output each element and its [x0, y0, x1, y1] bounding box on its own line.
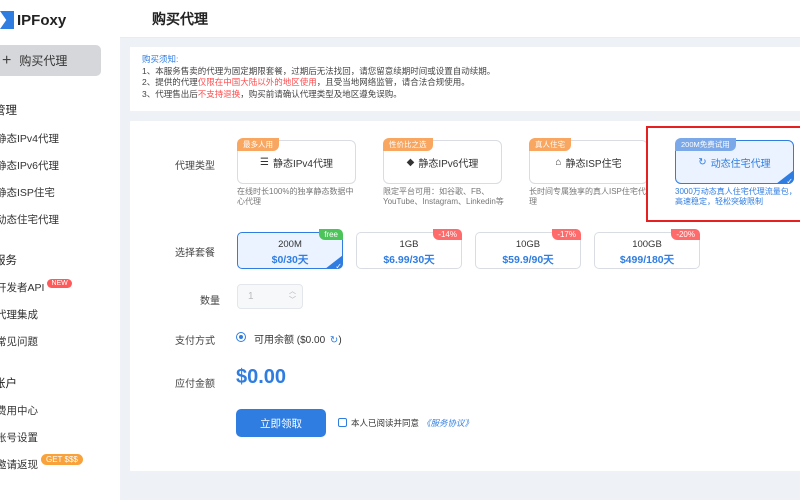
- package-price: $499/180天: [619, 254, 675, 266]
- notice-line-3: 3、代理售出后不支持退换，购买前请确认代理类型及地区遵免误购。: [142, 88, 402, 99]
- top-bar: 购买代理: [120, 0, 800, 38]
- package-200m[interactable]: free 200M $0/30天: [237, 229, 343, 269]
- sidebar-item-static-ipv4[interactable]: 静态IPv4代理: [0, 131, 59, 146]
- quantity-value: 1: [248, 291, 254, 302]
- proxy-type-name: 静态ISP住宅: [565, 158, 622, 170]
- new-badge: NEW: [47, 279, 72, 288]
- sidebar-item-referral[interactable]: 邀请返现 GET $$$: [0, 454, 83, 472]
- purchase-form: 代理类型 最多人用 ☰ 静态IPv4代理 在线时长100%的独享静态数据中心代理…: [130, 121, 800, 471]
- sidebar-item-label: 邀请返现: [0, 459, 38, 471]
- package-price: $6.99/30天: [383, 254, 435, 266]
- home-icon: ⌂: [555, 156, 562, 168]
- payment-label: 支付方式: [175, 336, 215, 347]
- buy-proxy-label: 购买代理: [19, 54, 68, 68]
- total-amount: $0.00: [236, 366, 287, 388]
- proxy-type-desc: 在线时长100%的独享静态数据中心代理: [237, 187, 354, 206]
- package-size: 10GB: [515, 239, 541, 250]
- package-tag: -14%: [433, 229, 462, 240]
- proxy-type-desc: 长时间专属独享的真人ISP住宅代理: [529, 187, 646, 206]
- claim-button[interactable]: 立即领取: [236, 409, 326, 437]
- notice-line-1: 1、本服务售卖的代理为固定期限套餐，过期后无法找回，请您留意续期时间或设置自动续…: [142, 65, 496, 76]
- proxy-type-static-ipv6[interactable]: 性价比之选 ◆ 静态IPv6代理: [383, 138, 502, 184]
- sidebar-item-static-isp[interactable]: 静态ISP住宅: [0, 185, 55, 200]
- package-10gb[interactable]: -17% 10GB $59.9/90天: [475, 229, 581, 269]
- type-tag: 性价比之选: [383, 138, 433, 151]
- agreement-text: 本人已阅读并同意 《服务协议》: [351, 418, 474, 428]
- nav-section-manage: 管理: [0, 105, 17, 117]
- sidebar-item-faq[interactable]: 常见问题: [0, 334, 38, 349]
- proxy-type-desc: 限定平台可用：如谷歌、FB、YouTube、Instagram、Linkedin…: [383, 187, 504, 206]
- buy-proxy-button[interactable]: + 购买代理: [0, 45, 101, 76]
- quantity-label: 数量: [200, 296, 220, 307]
- balance-option[interactable]: 可用余额 ($0.00 ↻): [254, 331, 342, 346]
- get-money-badge: GET $$$: [41, 454, 83, 465]
- agreement-checkbox[interactable]: [338, 418, 347, 427]
- stepper-arrows-icon[interactable]: ︿ ﹀: [289, 287, 296, 305]
- logo-icon: [0, 11, 14, 29]
- sidebar-item-developer-api[interactable]: 开发者API NEW: [0, 279, 72, 295]
- logo-text: IPFoxy: [17, 11, 67, 29]
- package-size: 100GB: [632, 239, 662, 250]
- notice-line-2: 2、提供的代理仅限在中国大陆以外的地区使用，且受当地网络监管，请合法合规使用。: [142, 77, 470, 87]
- package-price: $59.9/90天: [502, 254, 554, 266]
- package-tag: -17%: [552, 229, 581, 240]
- notice-title: 购买须知:: [142, 54, 179, 64]
- plus-icon: +: [2, 51, 12, 69]
- sidebar-item-static-ipv6[interactable]: 静态IPv6代理: [0, 158, 59, 173]
- proxy-type-label: 代理类型: [175, 161, 215, 172]
- list-icon: ☰: [260, 156, 269, 168]
- proxy-type-name: 静态IPv4代理: [272, 158, 333, 170]
- sidebar-item-label: 开发者API: [0, 282, 45, 294]
- package-1gb[interactable]: -14% 1GB $6.99/30天: [356, 229, 462, 269]
- purchase-notice: 购买须知: 1、本服务售卖的代理为固定期限套餐，过期后无法找回，请您留意续期时间…: [130, 47, 800, 111]
- highlight-box: [646, 126, 800, 222]
- package-label: 选择套餐: [175, 248, 215, 259]
- proxy-type-name: 静态IPv6代理: [418, 158, 479, 170]
- type-tag: 最多人用: [237, 138, 279, 151]
- package-size: 1GB: [399, 239, 419, 250]
- sidebar-item-account-settings[interactable]: 账号设置: [0, 430, 38, 445]
- package-size: 200M: [278, 239, 302, 250]
- package-100gb[interactable]: -20% 100GB $499/180天: [594, 229, 700, 269]
- sidebar-item-dynamic-residential[interactable]: 动态住宅代理: [0, 212, 59, 227]
- sidebar-item-proxy-integration[interactable]: 代理集成: [0, 307, 38, 322]
- package-tag: -20%: [671, 229, 700, 240]
- total-label: 应付金额: [175, 379, 215, 390]
- sidebar-item-billing[interactable]: 费用中心: [0, 403, 38, 418]
- sidebar: IPFoxy + 购买代理 管理 静态IPv4代理 静态IPv6代理 静态ISP…: [0, 0, 120, 500]
- quantity-stepper[interactable]: 1 ︿ ﹀: [237, 284, 303, 309]
- logo[interactable]: IPFoxy: [0, 8, 66, 32]
- package-price: $0/30天: [271, 254, 309, 266]
- nav-section-service: 服务: [0, 255, 17, 267]
- service-agreement-link[interactable]: 《服务协议》: [422, 418, 473, 428]
- page-title: 购买代理: [152, 11, 208, 27]
- balance-radio[interactable]: [236, 332, 246, 342]
- nav-section-account: 账户: [0, 378, 17, 390]
- proxy-type-static-isp[interactable]: 真人住宅 ⌂ 静态ISP住宅: [529, 138, 648, 184]
- stack-icon: ◆: [406, 156, 415, 168]
- type-tag: 真人住宅: [529, 138, 571, 151]
- package-tag: free: [319, 229, 343, 240]
- proxy-type-static-ipv4[interactable]: 最多人用 ☰ 静态IPv4代理: [237, 138, 356, 184]
